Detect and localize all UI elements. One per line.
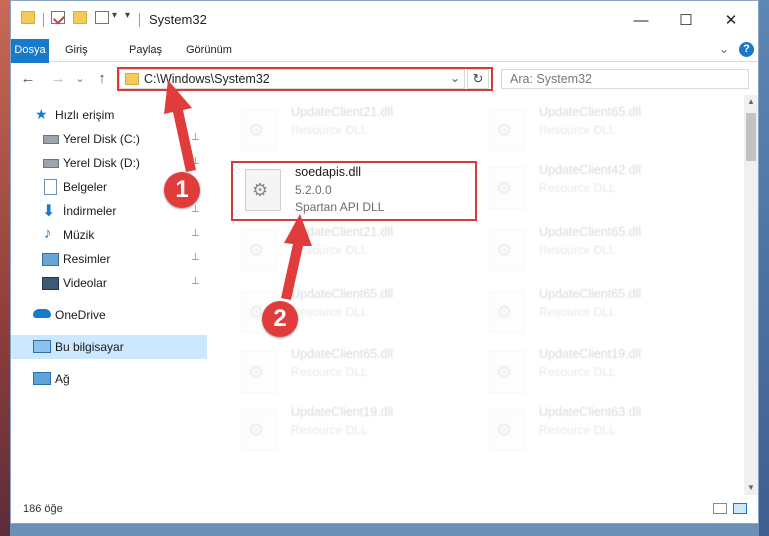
arrow-2-icon — [281, 214, 312, 300]
step-badge-2: 2 — [262, 301, 298, 337]
step-badge-1: 1 — [164, 172, 200, 208]
annotation-arrows — [164, 80, 312, 300]
arrow-1-icon — [164, 80, 196, 172]
